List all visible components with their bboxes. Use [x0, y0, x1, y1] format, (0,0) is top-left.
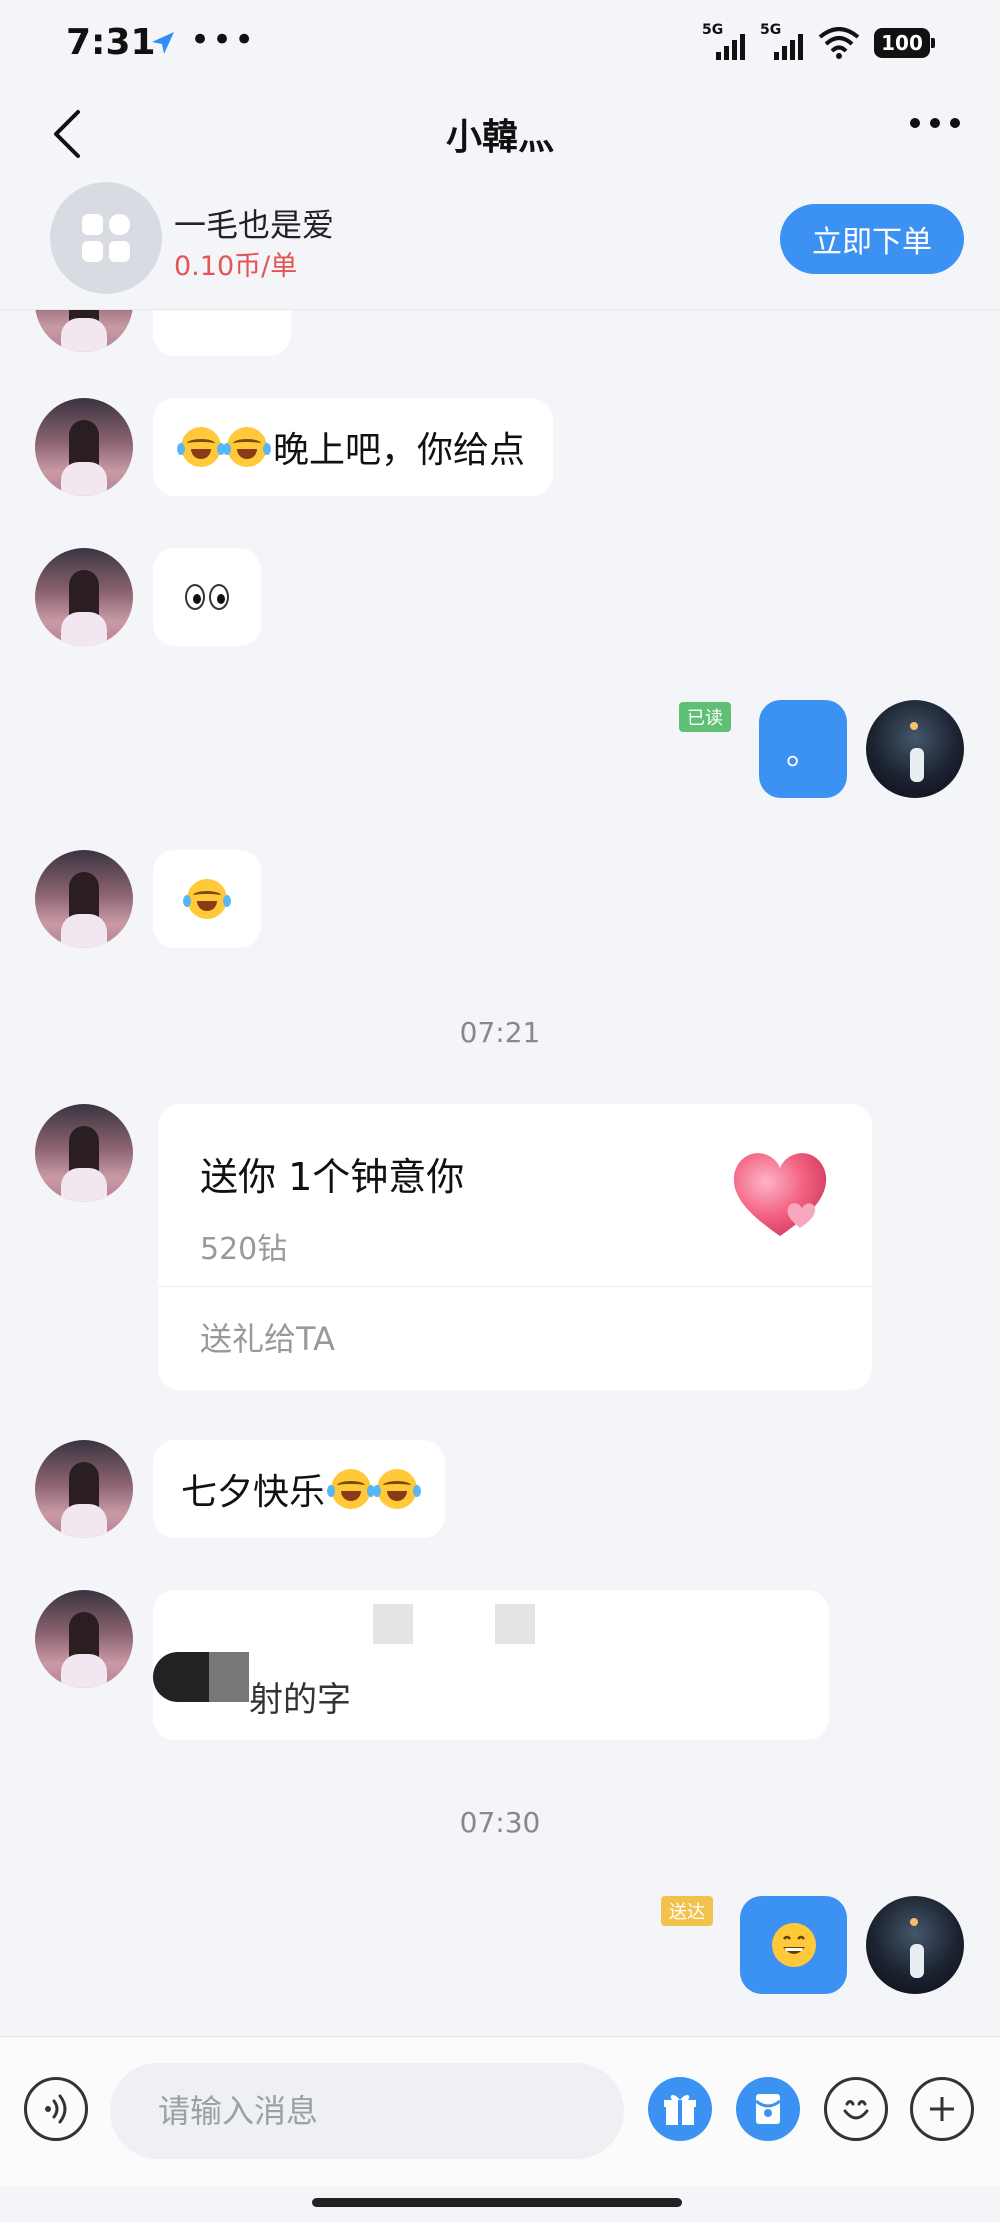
- divider: [158, 1286, 872, 1287]
- eyes-icon: [185, 584, 229, 610]
- status-time: 7:31: [66, 22, 156, 63]
- my-message-bubble[interactable]: [740, 1896, 847, 1994]
- face-with-tears-of-joy-icon: [177, 427, 225, 467]
- signal-icon: 5G: [702, 22, 746, 60]
- message-bubble[interactable]: [153, 548, 261, 646]
- message-text: 射的字: [249, 1680, 351, 1720]
- plus-icon: [930, 2097, 954, 2121]
- message-text: 七夕快乐: [181, 1472, 326, 1513]
- status-bar: 7:31 ••• 5G 5G 100: [0, 0, 1000, 84]
- red-packet-button[interactable]: [736, 2077, 800, 2141]
- gift-icon: [664, 2095, 696, 2125]
- avatar[interactable]: [35, 548, 133, 646]
- order-now-button[interactable]: 立即下单: [780, 204, 964, 274]
- more-button[interactable]: [910, 2077, 974, 2141]
- face-with-tears-of-joy-icon: [373, 1469, 422, 1509]
- emoji-button[interactable]: [824, 2077, 888, 2141]
- gift-cost: 520钻: [200, 1232, 288, 1267]
- navigation-arrow-icon: [152, 32, 174, 54]
- voice-button[interactable]: [24, 2077, 88, 2141]
- product-price: 0.10币/单: [174, 251, 298, 282]
- message-bubble[interactable]: 晚上吧，你给点: [153, 398, 554, 496]
- red-packet-icon: [755, 2094, 781, 2124]
- gift-title: 送你 1个钟意你: [200, 1155, 465, 1199]
- obscured-message-bubble[interactable]: 射的字: [153, 1590, 829, 1740]
- message-input[interactable]: [110, 2063, 624, 2159]
- my-avatar[interactable]: [866, 1896, 964, 1994]
- product-banner: 一毛也是爱 0.10币/单 立即下单: [0, 170, 1000, 310]
- wifi-icon: [818, 27, 860, 59]
- heart-gift-icon: [733, 1153, 827, 1236]
- delivered-status-badge: 送达: [661, 1896, 713, 1926]
- avatar[interactable]: [35, 1104, 133, 1202]
- avatar[interactable]: [35, 398, 133, 496]
- grinning-face-icon: [771, 1923, 816, 1967]
- read-status-badge: 已读: [679, 702, 731, 732]
- avatar[interactable]: [35, 850, 133, 948]
- battery-icon: 100: [874, 28, 935, 58]
- avatar[interactable]: [35, 1440, 133, 1538]
- smiley-icon: [843, 2100, 869, 2120]
- face-with-tears-of-joy-icon: [223, 427, 271, 467]
- product-name: 一毛也是爱: [174, 206, 335, 244]
- signal-icon: 5G: [760, 22, 804, 60]
- timestamp: 07:30: [459, 1806, 541, 1839]
- message-bubble[interactable]: [153, 850, 261, 948]
- my-avatar[interactable]: [866, 700, 964, 798]
- gift-button[interactable]: [648, 2077, 712, 2141]
- send-gift-link[interactable]: 送礼给TA: [200, 1314, 335, 1360]
- my-message-bubble[interactable]: 。: [759, 700, 847, 798]
- more-status-icon: •••: [190, 20, 257, 60]
- gift-card[interactable]: 送你 1个钟意你 520钻 送礼给TA: [158, 1104, 872, 1390]
- chat-title: 小韓灬: [445, 117, 554, 158]
- message-bubble[interactable]: 七夕快乐: [153, 1440, 446, 1538]
- message-bubble[interactable]: [153, 310, 291, 356]
- timestamp: 07:21: [459, 1016, 541, 1049]
- face-with-tears-of-joy-icon: [327, 1469, 376, 1509]
- chat-messages[interactable]: 晚上吧，你给点 已读 。 07:21 送你 1个钟意你 520钻 送礼给TA 七…: [0, 310, 1000, 2036]
- avatar[interactable]: [35, 1590, 133, 1688]
- top-navigation: 小韓灬: [0, 84, 1000, 184]
- apps-grid-icon: [50, 182, 162, 294]
- input-bar: [0, 2036, 1000, 2186]
- status-indicators: 5G 5G 100: [702, 22, 935, 60]
- message-text: 晚上吧，你给点: [273, 430, 526, 471]
- avatar[interactable]: [35, 310, 133, 352]
- voice-icon: [45, 2094, 67, 2124]
- home-indicator[interactable]: [312, 2198, 682, 2207]
- more-options-icon[interactable]: [910, 118, 960, 128]
- face-with-tears-of-joy-icon: [183, 879, 231, 919]
